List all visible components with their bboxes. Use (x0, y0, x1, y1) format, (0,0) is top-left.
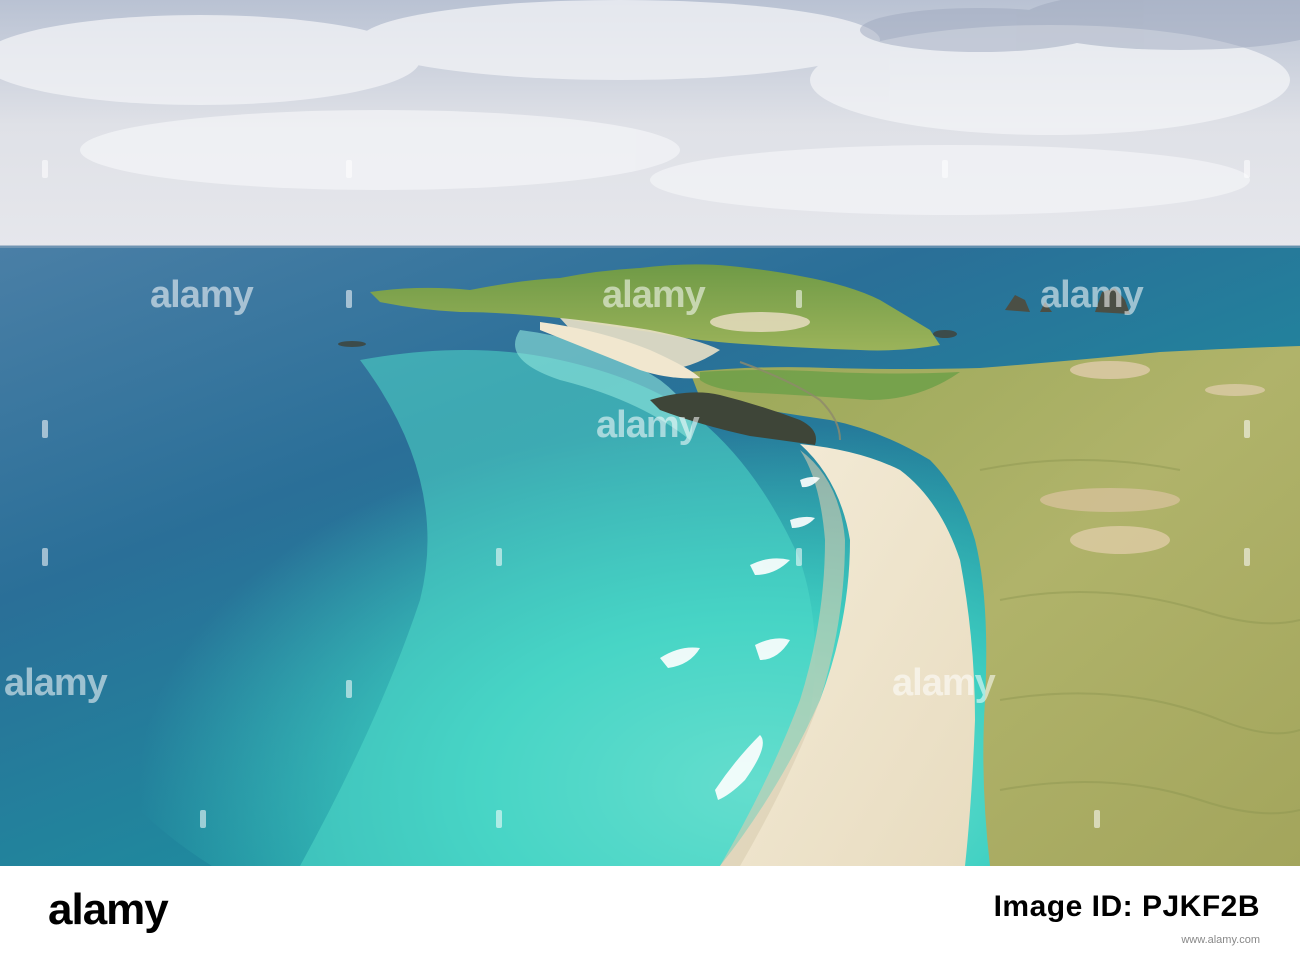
image-id-label: Image ID: PJKF2B (993, 890, 1260, 923)
image-id: Image ID: PJKF2B (994, 890, 1260, 924)
aerial-beach-scene (0, 0, 1300, 866)
stock-photo: alamy alamy alamy alamy alamy alamy (0, 0, 1300, 866)
footer-bar: alamy Image ID: PJKF2B www.alamy.com (0, 866, 1300, 956)
site-url[interactable]: www.alamy.com (1181, 934, 1260, 946)
alamy-logo[interactable]: alamy (48, 880, 169, 940)
